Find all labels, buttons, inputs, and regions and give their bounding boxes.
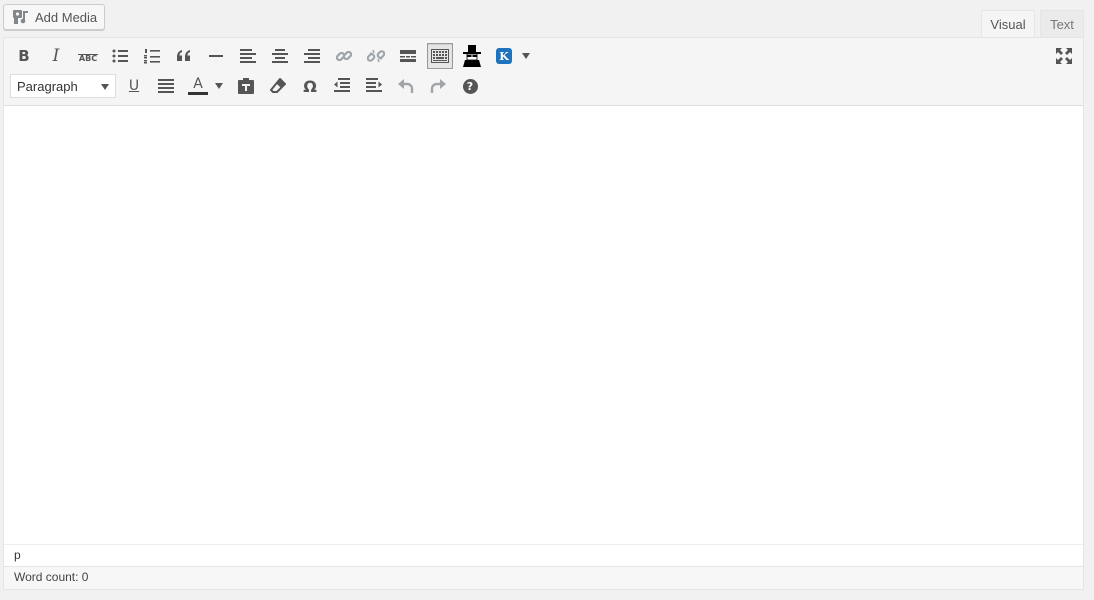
paste-as-text-button[interactable] [233,73,259,99]
blockquote-icon [177,50,190,61]
element-path-bar: p [4,544,1083,566]
underline-button[interactable]: U [121,73,147,99]
italic-icon: I [52,46,60,66]
editor: B I ABC K Paragraph U A Ω ? p Word count… [3,37,1084,590]
insert-link-button[interactable] [331,43,357,69]
k-plugin-dropdown[interactable] [517,43,535,69]
redo-icon [430,79,446,93]
bold-icon: B [18,47,30,65]
justify-icon [158,79,174,93]
tab-text[interactable]: Text [1040,10,1084,37]
media-icon [12,9,30,25]
text-color-button[interactable]: A [185,73,211,99]
omega-icon: Ω [303,76,317,96]
underline-icon: U [129,78,139,94]
align-left-button[interactable] [235,43,261,69]
toolbar-toggle-button[interactable] [427,43,453,69]
unlink-icon [367,49,385,63]
text-color-dropdown[interactable] [210,73,228,99]
align-center-button[interactable] [267,43,293,69]
add-media-label: Add Media [35,9,98,25]
strikethrough-label: ABC [78,53,98,63]
add-media-button[interactable]: Add Media [3,4,105,30]
numbered-list-button[interactable] [139,43,165,69]
chevron-down-icon [522,53,530,59]
help-button[interactable]: ? [457,73,483,99]
clipboard-icon [238,78,254,94]
strikethrough-icon: ABC [77,49,99,64]
remove-link-button[interactable] [363,43,389,69]
link-icon [335,50,353,62]
horizontal-line-icon [209,55,223,57]
blockquote-button[interactable] [171,43,197,69]
help-icon: ? [462,78,478,94]
justify-button[interactable] [153,73,179,99]
read-more-icon [400,50,416,62]
chevron-down-icon [101,84,109,90]
k-plugin-glyph: K [499,49,509,63]
k-plugin-button[interactable]: K [491,43,517,69]
align-center-icon [272,49,288,63]
chevron-down-icon [215,83,223,89]
tab-visual[interactable]: Visual [981,10,1035,38]
bulleted-list-icon [112,49,128,63]
spy-icon [463,45,481,67]
text-color-icon: A [188,77,208,95]
fullscreen-icon [1056,48,1072,64]
editor-content-area[interactable] [4,106,1083,544]
redo-button[interactable] [425,73,451,99]
keyboard-icon [431,49,449,63]
help-glyph: ? [466,79,474,93]
indent-icon [366,78,382,92]
bold-button[interactable]: B [11,43,37,69]
increase-indent-button[interactable] [361,73,387,99]
outdent-icon [334,78,350,92]
editor-toolbar: B I ABC K Paragraph U A Ω ? [4,38,1083,106]
text-color-glyph: A [193,76,203,92]
fullscreen-button[interactable] [1051,43,1077,69]
italic-button[interactable]: I [43,43,69,69]
k-plugin-icon: K [496,48,512,64]
word-count: Word count: 0 [14,570,89,584]
align-right-icon [304,49,320,63]
underline-glyph: U [128,78,140,94]
eraser-icon [270,78,286,93]
strikethrough-button[interactable]: ABC [75,43,101,69]
element-path-p[interactable]: p [14,548,21,562]
undo-icon [398,79,414,93]
bulleted-list-button[interactable] [107,43,133,69]
decrease-indent-button[interactable] [329,73,355,99]
status-bar: Word count: 0 [4,566,1083,589]
format-select[interactable]: Paragraph [10,74,116,98]
horizontal-line-button[interactable] [203,43,229,69]
align-right-button[interactable] [299,43,325,69]
format-select-value: Paragraph [17,78,78,94]
clear-formatting-button[interactable] [265,73,291,99]
special-character-button[interactable]: Ω [297,73,323,99]
tab-text-label: Text [1050,16,1074,32]
read-more-button[interactable] [395,43,421,69]
tab-visual-label: Visual [990,17,1026,32]
numbered-list-icon [144,48,160,63]
undo-button[interactable] [393,73,419,99]
spy-plugin-button[interactable] [459,43,485,69]
align-left-icon [240,49,256,63]
